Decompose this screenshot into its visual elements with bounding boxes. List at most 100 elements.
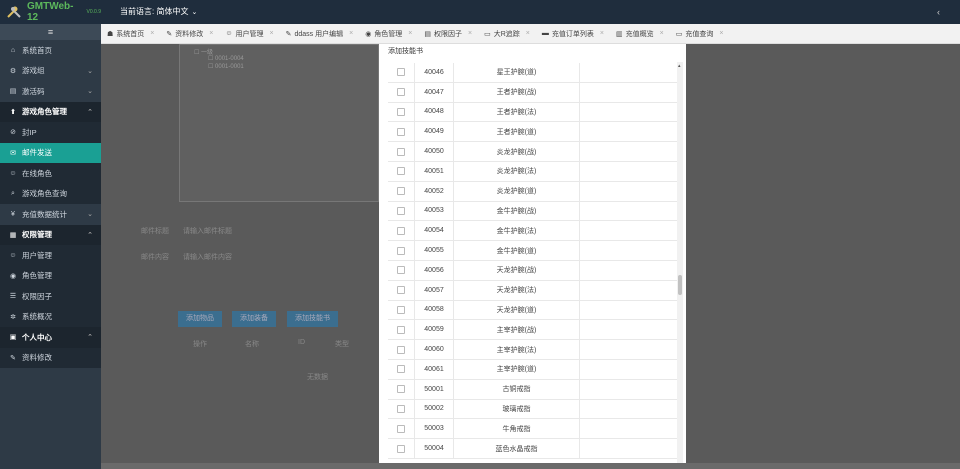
table-row[interactable]: 40058 天龙护腕(道) [388,300,680,321]
table-row[interactable]: 50004 蓝色水晶戒指 [388,439,680,459]
row-checkbox[interactable] [397,167,405,176]
dialog-title: 添加技能书 [388,48,423,55]
row-checkbox[interactable] [397,68,405,77]
sidebar-item[interactable]: ✲ 系统概况 [0,306,101,327]
row-checkbox[interactable] [397,404,405,413]
sidebar-item[interactable]: ▤ 激活码 ⌄ [0,81,101,102]
table-row[interactable]: 40054 金牛护腕(法) [388,221,680,242]
table-row[interactable]: 40050 炎龙护腕(战) [388,142,680,162]
table-row[interactable]: 40059 主宰护腕(战) [388,320,680,341]
table-row[interactable]: 40049 王者护腕(道) [388,122,680,143]
skillbook-list: 40046 星王护腕(道) 40047 王者护腕(战) 40048 王者护腕(法) 4004… [388,63,680,459]
tab[interactable]: ▭ 大R追踪 × [478,24,536,43]
table-row[interactable]: 50002 玻璃戒指 [388,399,680,420]
row-id: 40060 [414,340,454,359]
table-row[interactable]: 40057 天龙护腕(法) [388,280,680,301]
scroll-up-icon[interactable]: ▴ [678,63,681,69]
mail-title-input[interactable]: 请输入邮件标题 [183,226,232,236]
close-icon[interactable]: × [719,30,723,37]
add-skillbook-button[interactable]: 添加技能书 [287,311,338,327]
row-checkbox[interactable] [397,127,405,136]
sidebar-item[interactable]: ⌕ 游戏角色查询 [0,183,101,204]
tab[interactable]: ☗ 系统首页 × [101,24,160,43]
table-row[interactable]: 40053 金牛护腕(战) [388,201,680,222]
logo[interactable]: GMTWeb-12 V0.0.9 [0,0,101,24]
language-selector[interactable]: 当前语言: 简体中文 ⌄ [120,0,197,24]
page-bottom-strip [101,463,960,469]
tab[interactable]: ▤ 权限因子 × [418,24,478,43]
dialog-scrollbar[interactable]: ▴ [677,62,683,464]
row-id: 40049 [414,122,454,142]
row-checkbox[interactable] [397,187,405,196]
tab[interactable]: ▬ 充值订单列表 × [536,24,610,43]
table-row[interactable]: 50001 古铜戒指 [388,379,680,400]
sidebar-item[interactable]: ⬆ 游戏角色管理 ⌃ [0,101,101,122]
sidebar-item[interactable]: ⚙ 游戏组 ⌄ [0,61,101,82]
tab[interactable]: ▭ 充值查询 × [670,24,730,43]
sidebar-item[interactable]: ✉ 邮件发送 [0,142,101,163]
sidebar-item[interactable]: ⌂ 系统首页 [0,40,101,61]
tab[interactable]: ▥ 充值概览 × [610,24,670,43]
close-icon[interactable]: × [600,30,604,37]
row-checkbox[interactable] [397,444,405,453]
add-equipment-button[interactable]: 添加装备 [232,311,276,327]
sidebar-item[interactable]: ☺ 用户管理 [0,245,101,266]
row-checkbox[interactable] [397,107,405,116]
row-checkbox[interactable] [397,345,405,354]
sidebar-item[interactable]: ◉ 角色管理 [0,265,101,286]
menu-toggle-icon[interactable]: ≡ [0,24,101,40]
checkbox-cell [388,187,414,196]
table-row[interactable]: 40046 星王护腕(道) [388,63,680,83]
close-icon[interactable]: × [349,30,353,37]
mail-content-input[interactable]: 请输入邮件内容 [183,252,232,262]
table-row[interactable]: 40056 天龙护腕(战) [388,260,680,281]
close-icon[interactable]: × [150,30,154,37]
row-id: 40050 [414,142,454,161]
close-icon[interactable]: × [468,30,472,37]
row-checkbox[interactable] [397,88,405,97]
tree-node[interactable]: ☐ 0001-0004 [208,55,244,62]
sidebar-item[interactable]: ✎ 资料修改 [0,347,101,368]
row-checkbox[interactable] [397,385,405,394]
row-checkbox[interactable] [397,424,405,433]
tab[interactable]: ✎ ddass 用户编辑 × [280,24,360,43]
row-checkbox[interactable] [397,147,405,156]
row-checkbox[interactable] [397,286,405,295]
mail-icon: ✉ [10,149,16,157]
row-checkbox[interactable] [397,365,405,374]
table-row[interactable]: 40052 炎龙护腕(道) [388,181,680,202]
table-row[interactable]: 40048 王者护腕(法) [388,102,680,123]
tab[interactable]: ◉ 角色管理 × [359,24,418,43]
sidebar-item[interactable]: ¥ 充值数据统计 ⌄ [0,204,101,225]
sidebar-item[interactable]: ⊘ 封IP [0,122,101,143]
tree-node[interactable]: ☐ 0001-0001 [208,63,244,70]
row-checkbox[interactable] [397,206,405,215]
row-checkbox[interactable] [397,305,405,314]
tab[interactable]: ✎ 资料修改 × [160,24,219,43]
tab[interactable]: ☺ 用户管理 × [219,24,279,43]
row-name: 王者护腕(道) [454,122,580,142]
close-icon[interactable]: × [526,30,530,37]
add-item-button[interactable]: 添加物品 [178,311,222,327]
table-row[interactable]: 40061 主宰护腕(道) [388,359,680,380]
close-icon[interactable]: × [209,30,213,37]
sidebar-item[interactable]: ☺ 在线角色 [0,163,101,184]
row-checkbox[interactable] [397,226,405,235]
scroll-thumb[interactable] [678,275,682,295]
table-row[interactable]: 40051 炎龙护腕(法) [388,161,680,182]
table-row[interactable]: 50003 牛角戒指 [388,419,680,440]
sidebar-item[interactable]: ▣ 个人中心 ⌃ [0,327,101,348]
sidebar-item[interactable]: ▦ 权限管理 ⌃ [0,224,101,245]
close-icon[interactable]: × [270,30,274,37]
close-icon[interactable]: × [660,30,664,37]
yen-icon: ¥ [11,210,15,218]
close-icon[interactable]: × [408,30,412,37]
table-row[interactable]: 40047 王者护腕(战) [388,82,680,103]
row-checkbox[interactable] [397,325,405,334]
table-row[interactable]: 40055 金牛护腕(道) [388,241,680,261]
row-checkbox[interactable] [397,266,405,275]
table-row[interactable]: 40060 主宰护腕(法) [388,340,680,360]
row-checkbox[interactable] [397,246,405,255]
sidebar-item[interactable]: ☰ 权限因子 [0,286,101,307]
collapse-icon[interactable]: ‹ [937,0,940,24]
